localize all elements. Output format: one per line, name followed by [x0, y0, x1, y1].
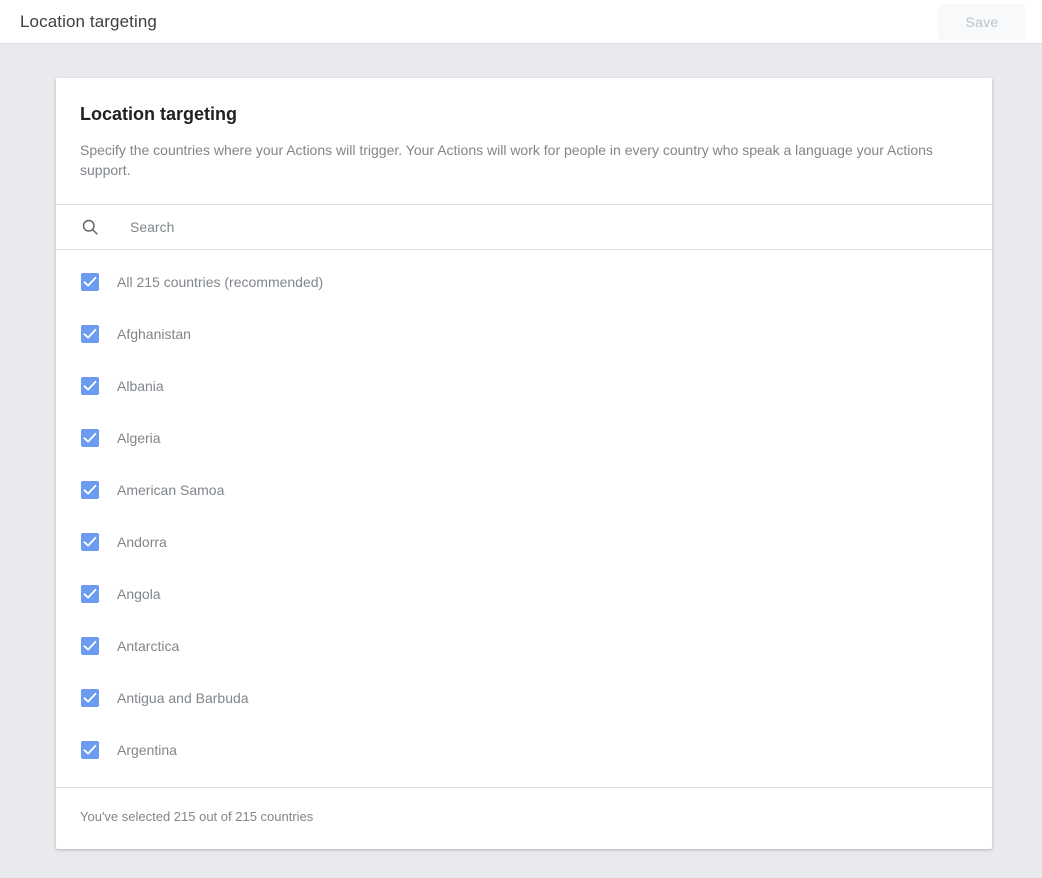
check-icon	[83, 380, 97, 392]
search-row[interactable]	[56, 204, 992, 250]
check-icon	[83, 432, 97, 444]
country-list-item[interactable]: Afghanistan	[56, 308, 992, 360]
check-icon	[83, 328, 97, 340]
country-checkbox[interactable]	[81, 585, 99, 603]
country-list-item[interactable]: Armenia	[56, 776, 992, 787]
check-icon	[83, 484, 97, 496]
country-list-container: All 215 countries (recommended) Afghanist…	[56, 250, 992, 788]
search-input[interactable]	[130, 205, 992, 249]
country-list-item[interactable]: Angola	[56, 568, 992, 620]
card-title: Location targeting	[80, 102, 968, 126]
country-checkbox[interactable]	[81, 377, 99, 395]
country-list-item[interactable]: American Samoa	[56, 464, 992, 516]
check-icon	[83, 588, 97, 600]
page-title: Location targeting	[20, 13, 938, 30]
search-icon	[80, 217, 100, 237]
card-header: Location targeting Specify the countries…	[56, 78, 992, 204]
country-list-item[interactable]: Antigua and Barbuda	[56, 672, 992, 724]
country-checkbox[interactable]	[81, 429, 99, 447]
country-label: Argentina	[117, 740, 177, 760]
save-button[interactable]: Save	[938, 4, 1026, 40]
country-checkbox[interactable]	[81, 481, 99, 499]
country-list-item[interactable]: All 215 countries (recommended)	[56, 256, 992, 308]
country-label: Antarctica	[117, 636, 179, 656]
country-list-item[interactable]: Algeria	[56, 412, 992, 464]
country-label: Afghanistan	[117, 324, 191, 344]
check-icon	[83, 276, 97, 288]
country-checkbox[interactable]	[81, 741, 99, 759]
country-list-item[interactable]: Andorra	[56, 516, 992, 568]
country-label: Angola	[117, 584, 161, 604]
check-icon	[83, 744, 97, 756]
country-label: American Samoa	[117, 480, 224, 500]
country-checkbox[interactable]	[81, 273, 99, 291]
app-bar: Location targeting Save	[0, 0, 1042, 44]
country-list-item[interactable]: Argentina	[56, 724, 992, 776]
country-label: Antigua and Barbuda	[117, 688, 249, 708]
country-list-item[interactable]: Antarctica	[56, 620, 992, 672]
card-description: Specify the countries where your Actions…	[80, 140, 960, 180]
country-checkbox[interactable]	[81, 533, 99, 551]
country-checkbox[interactable]	[81, 689, 99, 707]
country-label: Albania	[117, 376, 164, 396]
selection-status-text: You've selected 215 out of 215 countries	[80, 808, 968, 826]
country-label: Algeria	[117, 428, 161, 448]
country-label: Andorra	[117, 532, 167, 552]
card-footer: You've selected 215 out of 215 countries	[56, 788, 992, 849]
country-list[interactable]: All 215 countries (recommended) Afghanist…	[56, 250, 992, 787]
country-label: All 215 countries (recommended)	[117, 272, 323, 292]
page-body: Location targeting Specify the countries…	[0, 44, 1042, 878]
check-icon	[83, 640, 97, 652]
country-checkbox[interactable]	[81, 637, 99, 655]
country-list-item[interactable]: Albania	[56, 360, 992, 412]
country-checkbox[interactable]	[81, 325, 99, 343]
check-icon	[83, 692, 97, 704]
location-targeting-card: Location targeting Specify the countries…	[56, 78, 992, 849]
check-icon	[83, 536, 97, 548]
